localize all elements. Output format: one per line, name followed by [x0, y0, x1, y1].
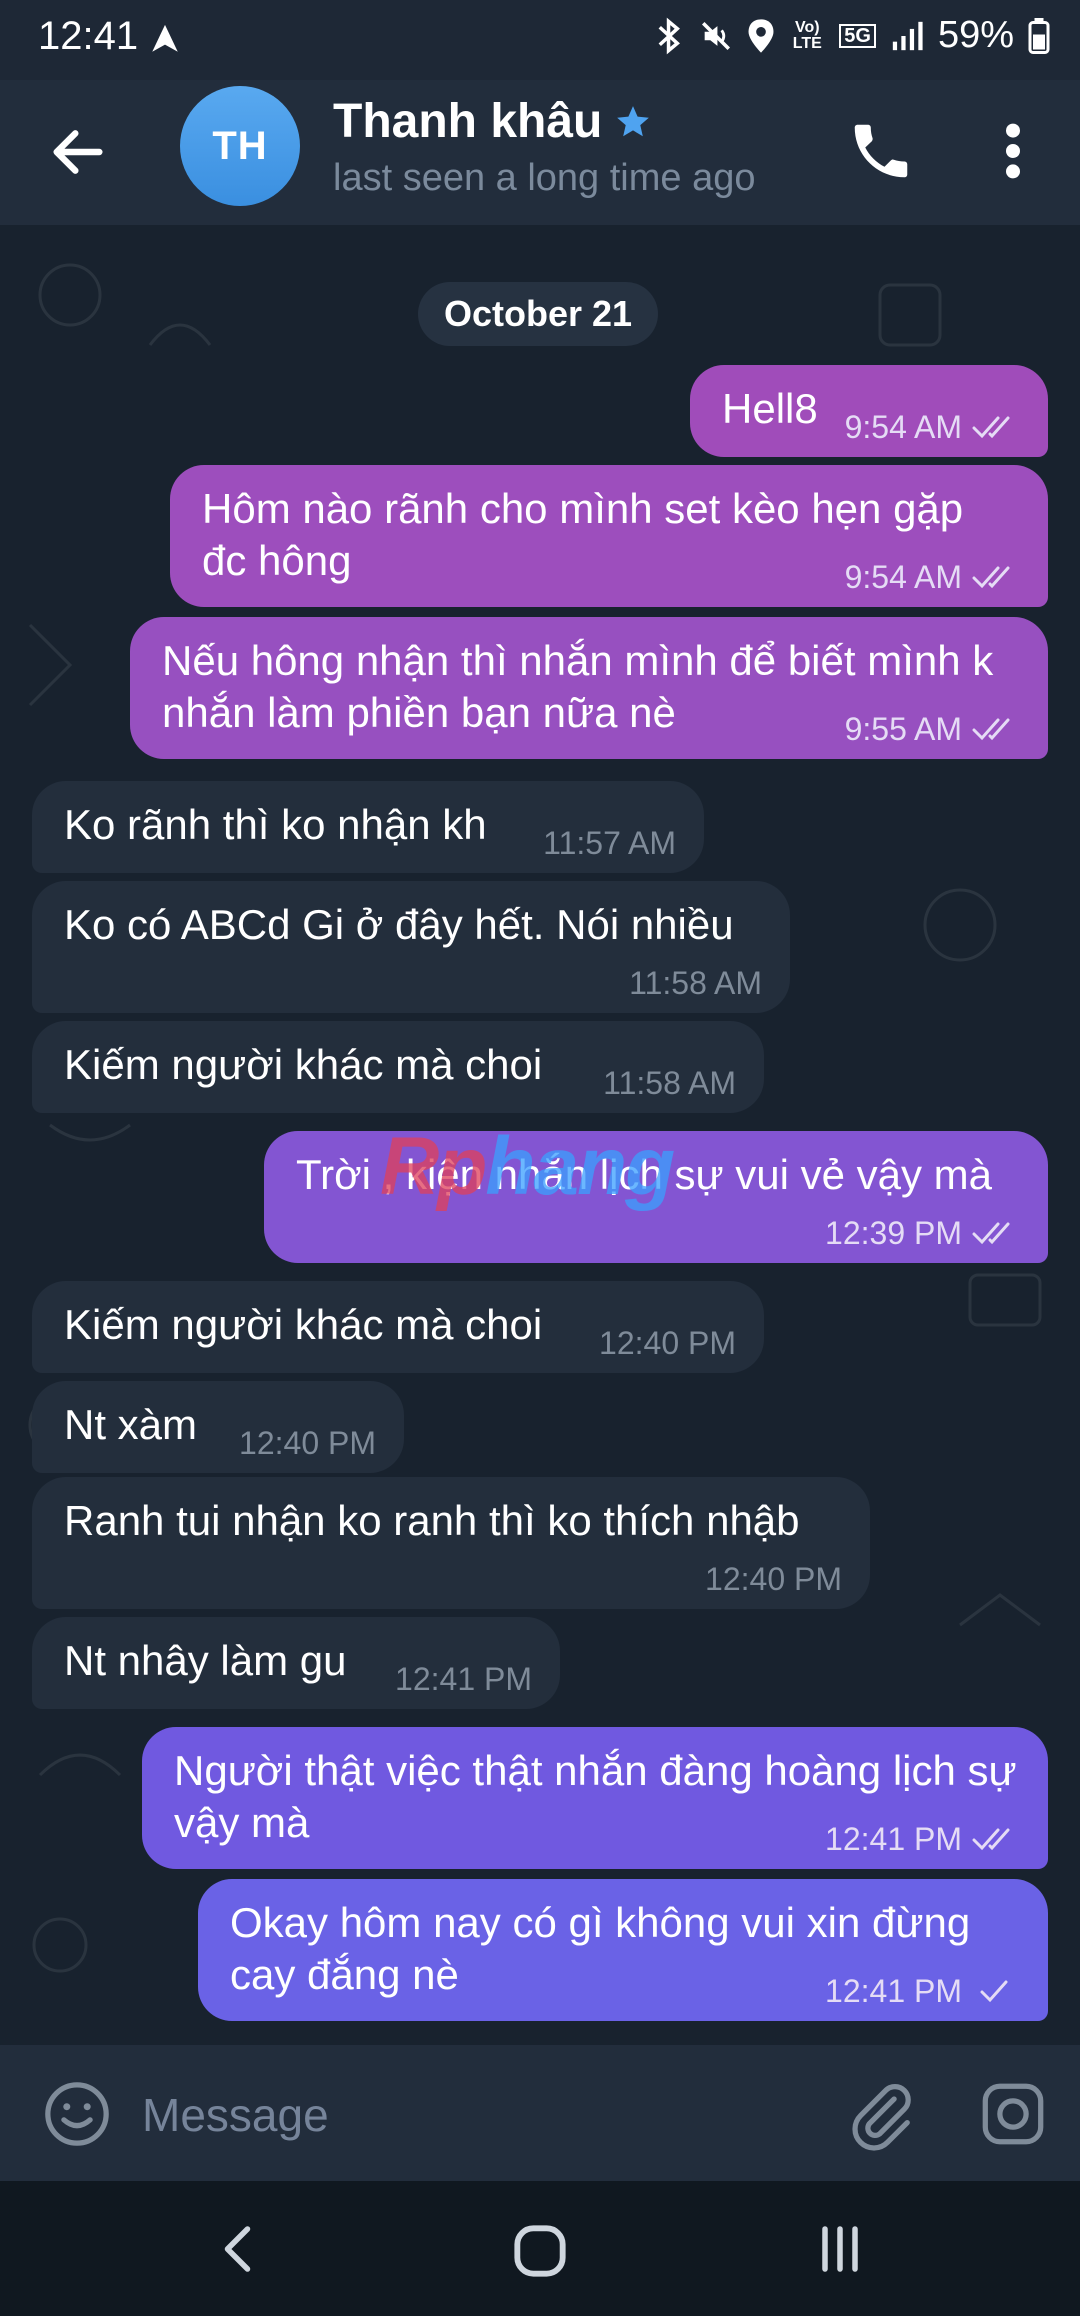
instant-camera-button[interactable]	[978, 2079, 1048, 2149]
camera-icon	[982, 2083, 1044, 2145]
premium-star-icon	[617, 105, 650, 136]
more-options-button[interactable]	[988, 116, 1038, 186]
call-button[interactable]	[846, 116, 916, 186]
volte-icon: Vo) LTE	[789, 18, 825, 52]
contact-name: Thanh khâu	[333, 95, 603, 148]
double-check-icon	[972, 566, 1010, 589]
message-bubble-incoming[interactable]: Ko có ABCd Gi ở đây hết. Nói nhiều 11:58…	[32, 881, 790, 1013]
message-meta: 12:39 PM	[825, 1217, 1020, 1249]
signal-icon	[890, 19, 924, 53]
message-bubble-outgoing[interactable]: Hell8 9:54 AM	[690, 365, 1048, 457]
message-meta: 11:57 AM	[543, 827, 676, 859]
message-time: 12:41 PM	[395, 1661, 532, 1697]
message-meta: 12:41 PM	[825, 1975, 1020, 2007]
message-time: 11:57 AM	[543, 825, 676, 861]
status-bar: 12:41 Vo) LTE 5G 59%	[0, 0, 1080, 80]
nav-back-button[interactable]	[210, 2219, 270, 2279]
arrow-left-icon	[53, 130, 103, 174]
navigation-arrow-icon	[148, 22, 182, 66]
double-check-icon	[972, 416, 1010, 439]
system-navigation-bar	[0, 2181, 1080, 2316]
message-bubble-outgoing[interactable]: Nếu hông nhận thì nhắn mình để biết mình…	[130, 617, 1048, 759]
message-time: 12:40 PM	[705, 1561, 842, 1597]
more-vertical-icon	[1006, 123, 1020, 179]
double-check-icon	[972, 718, 1010, 741]
message-meta: 9:54 AM	[845, 411, 1020, 443]
message-meta: 12:41 PM	[395, 1663, 532, 1695]
message-time: 9:54 AM	[844, 559, 962, 595]
network-label: 5G	[839, 23, 876, 48]
smiley-icon	[45, 2082, 109, 2146]
battery-percent: 59%	[937, 14, 1014, 56]
paperclip-icon	[852, 2084, 911, 2151]
double-check-icon	[972, 1222, 1010, 1245]
nav-home-button[interactable]	[508, 2219, 572, 2283]
message-time: 11:58 AM	[629, 965, 762, 1001]
recents-icon	[822, 2226, 858, 2272]
message-bubble-incoming[interactable]: Ranh tui nhận ko ranh thì ko thích nhậb …	[32, 1477, 870, 1609]
network-5g-icon: 5G	[839, 23, 876, 48]
phone-icon	[854, 124, 908, 178]
message-time: 12:41 PM	[825, 1821, 962, 1857]
message-meta: 12:40 PM	[239, 1427, 376, 1459]
attach-button[interactable]	[846, 2075, 916, 2155]
message-meta: 12:40 PM	[599, 1327, 736, 1359]
message-meta: 12:41 PM	[825, 1823, 1020, 1855]
message-composer	[0, 2045, 1080, 2181]
message-meta: 12:40 PM	[705, 1563, 842, 1595]
message-meta: 9:54 AM	[845, 561, 1020, 593]
message-time: 12:40 PM	[599, 1325, 736, 1361]
contact-name-row[interactable]: Thanh khâu	[333, 94, 652, 149]
date-separator: October 21	[418, 282, 659, 346]
single-check-icon	[980, 1980, 1008, 2003]
emoji-button[interactable]	[42, 2079, 112, 2149]
message-input[interactable]	[140, 2079, 804, 2151]
message-bubble-outgoing[interactable]: Trời , kiện nhắn lịch sự vui vẻ vậy mà 1…	[264, 1131, 1048, 1263]
chat-area[interactable]: October 21 Hell8 9:54 AM Hôm nào rãnh ch…	[0, 225, 1080, 2045]
message-time: 12:41 PM	[825, 1973, 962, 2009]
message-bubble-incoming[interactable]: Ko rãnh thì ko nhận kh 11:57 AM	[32, 781, 704, 873]
message-time: 12:40 PM	[239, 1425, 376, 1461]
message-text: Trời , kiện nhắn lịch sự vui vẻ vậy mà	[296, 1151, 993, 1198]
bluetooth-icon	[655, 17, 685, 55]
message-text: Ko có ABCd Gi ở đây hết. Nói nhiều	[64, 901, 734, 948]
location-icon	[747, 18, 775, 54]
message-bubble-outgoing[interactable]: Okay hôm nay có gì không vui xin đừng ca…	[198, 1879, 1048, 2021]
back-button[interactable]	[46, 120, 110, 184]
message-text: Ranh tui nhận ko ranh thì ko thích nhậb	[64, 1497, 800, 1544]
volte-label: Vo) LTE	[792, 18, 822, 52]
status-time: 12:41	[38, 14, 139, 58]
last-seen-status: last seen a long time ago	[333, 157, 756, 199]
home-square-icon	[514, 2225, 566, 2277]
chat-header: TH Thanh khâu last seen a long time ago	[0, 80, 1080, 225]
message-bubble-incoming[interactable]: Kiếm người khác mà choi 12:40 PM	[32, 1281, 764, 1373]
message-bubble-incoming[interactable]: Nt xàm 12:40 PM	[32, 1381, 404, 1473]
mute-icon	[699, 19, 733, 53]
message-time: 9:54 AM	[844, 409, 962, 445]
message-bubble-incoming[interactable]: Kiếm người khác mà choi 11:58 AM	[32, 1021, 764, 1113]
chevron-left-icon	[224, 2226, 251, 2272]
nav-recents-button[interactable]	[810, 2219, 870, 2279]
double-check-icon	[972, 1828, 1010, 1851]
message-meta: 11:58 AM	[603, 1067, 736, 1099]
message-meta: 9:55 AM	[845, 713, 1020, 745]
message-time: 12:39 PM	[825, 1215, 962, 1251]
battery-icon	[1028, 17, 1050, 54]
message-bubble-outgoing[interactable]: Người thật việc thật nhắn đàng hoàng lịc…	[142, 1727, 1048, 1869]
message-bubble-outgoing[interactable]: Hôm nào rãnh cho mình set kèo hẹn gặp đc…	[170, 465, 1048, 607]
message-time: 9:55 AM	[844, 711, 962, 747]
message-time: 11:58 AM	[603, 1065, 736, 1101]
message-bubble-incoming[interactable]: Nt nhây làm gu 12:41 PM	[32, 1617, 560, 1709]
avatar[interactable]: TH	[180, 86, 300, 206]
message-meta: 11:58 AM	[629, 967, 762, 999]
